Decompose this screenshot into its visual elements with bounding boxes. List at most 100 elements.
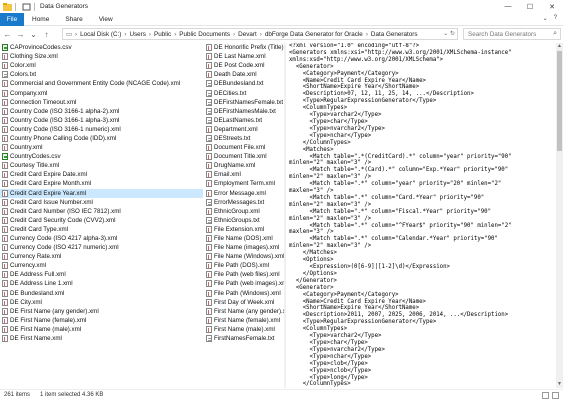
file-item[interactable]: DEBundesland.txt: [204, 79, 284, 88]
file-item[interactable]: File Name (DOS).xml: [204, 234, 284, 243]
file-item[interactable]: EthnicGroup.xml: [204, 207, 284, 216]
scrollbar-thumb[interactable]: [557, 51, 562, 151]
breadcrumb-local-disk[interactable]: Local Disk (C:): [80, 31, 121, 38]
file-item[interactable]: DE City.xml: [0, 298, 203, 307]
file-item[interactable]: Document Title.xml: [204, 152, 284, 161]
file-item[interactable]: Credit Card Number (ISO IEC 7812).xml: [0, 207, 203, 216]
breadcrumb-public[interactable]: Public: [154, 31, 171, 38]
file-item[interactable]: File Name (images).xml: [204, 243, 284, 252]
recent-locations-icon[interactable]: ⌄: [28, 29, 39, 40]
forward-arrow-icon[interactable]: →: [15, 29, 26, 40]
file-item[interactable]: DE First Name (female).xml: [0, 316, 203, 325]
file-item[interactable]: First Name (female).xml: [204, 316, 284, 325]
file-item[interactable]: DE First Name (any gender).xml: [0, 307, 203, 316]
file-item[interactable]: Death Date.xml: [204, 70, 284, 79]
search-input[interactable]: Search Data Generators ⌕: [463, 28, 561, 40]
file-item[interactable]: DE Honorific Prefix (Title).xml: [204, 43, 284, 52]
file-item[interactable]: DEFirstNamesMale.txt: [204, 107, 284, 116]
file-item[interactable]: Colors.txt: [0, 70, 203, 79]
file-item[interactable]: DE Bundesland.xml: [0, 289, 203, 298]
tab-home[interactable]: Home: [24, 16, 57, 23]
file-item[interactable]: DE Address Line 1.xml: [0, 279, 203, 288]
minimize-button[interactable]: —: [497, 0, 519, 13]
file-item[interactable]: CAProvinceCodes.csv: [0, 43, 203, 52]
quick-access-icon[interactable]: [22, 3, 31, 11]
file-item[interactable]: EthnicGroups.txt: [204, 216, 284, 225]
file-item[interactable]: Clothing Size.xml: [0, 52, 203, 61]
file-item[interactable]: DrugName.xml: [204, 161, 284, 170]
file-item[interactable]: Country.xml: [0, 143, 203, 152]
file-item[interactable]: File Path (DOS).xml: [204, 261, 284, 270]
file-name: Document File.xml: [214, 144, 266, 152]
up-arrow-icon[interactable]: ↑: [41, 29, 52, 40]
file-item[interactable]: DEStreets.txt: [204, 134, 284, 143]
file-item[interactable]: Credit Card Expire Date.xml: [0, 170, 203, 179]
file-item[interactable]: Country Code (ISO 3166-1 alpha-3).xml: [0, 116, 203, 125]
file-item[interactable]: Company.xml: [0, 88, 203, 97]
breadcrumb-users[interactable]: Users: [129, 31, 145, 38]
file-item[interactable]: File Path (web files).xml: [204, 270, 284, 279]
file-item[interactable]: ErrorMessages.txt: [204, 198, 284, 207]
file-item[interactable]: Commercial and Government Entity Code (N…: [0, 79, 203, 88]
tab-view[interactable]: View: [91, 16, 121, 23]
scroll-up-icon[interactable]: ▲: [556, 43, 563, 50]
breadcrumb-data-generators[interactable]: Data Generators: [371, 31, 418, 38]
file-item[interactable]: Credit Card Expire Month.xml: [0, 179, 203, 188]
file-item[interactable]: DE First Name (male).xml: [0, 325, 203, 334]
breadcrumb-dbforge[interactable]: dbForge Data Generator for Oracle: [265, 31, 363, 38]
file-item[interactable]: Connection Timeout.xml: [0, 98, 203, 107]
file-item[interactable]: Currency Code (ISO 4217 numeric).xml: [0, 243, 203, 252]
file-item[interactable]: First Name (male).xml: [204, 325, 284, 334]
file-item[interactable]: Employment Term.xml: [204, 179, 284, 188]
file-item[interactable]: File Path (web images).xml: [204, 279, 284, 288]
file-item[interactable]: Document File.xml: [204, 143, 284, 152]
back-arrow-icon[interactable]: ←: [2, 29, 13, 40]
file-item[interactable]: Credit Card Type.xml: [0, 225, 203, 234]
file-item[interactable]: Credit Card Expire Year.xml: [0, 188, 203, 198]
large-icons-view-icon[interactable]: [552, 392, 559, 399]
file-name: EthnicGroup.xml: [214, 207, 260, 215]
file-item[interactable]: DEFirstNamesFemale.txt: [204, 98, 284, 107]
file-item[interactable]: Color.xml: [0, 61, 203, 70]
tab-share[interactable]: Share: [57, 16, 90, 23]
file-item[interactable]: Error Message.xml: [204, 189, 284, 198]
help-icon[interactable]: ?: [554, 15, 557, 22]
file-item[interactable]: DE First Name.xml: [0, 334, 203, 343]
file-item[interactable]: File Extension.xml: [204, 225, 284, 234]
file-item[interactable]: Credit Card Issue Number.xml: [0, 198, 203, 207]
address-bar[interactable]: ▭ › Local Disk (C:) › Users › Public › P…: [62, 28, 458, 40]
preview-line: <Type>nchar</Type>: [289, 132, 372, 139]
file-item[interactable]: Country Code (ISO 3166-1 numeric).xml: [0, 125, 203, 134]
file-item[interactable]: First Name (any gender).xml: [204, 307, 284, 316]
expand-ribbon-icon[interactable]: ⌄: [543, 15, 548, 22]
preview-scrollbar[interactable]: ▲ ▼: [556, 43, 563, 388]
file-item[interactable]: Credit Card Security Code (CVV2).xml: [0, 216, 203, 225]
maximize-button[interactable]: ☐: [519, 0, 541, 13]
file-item[interactable]: Country Code (ISO 3166-1 alpha-2).xml: [0, 107, 203, 116]
file-item[interactable]: Country Phone Calling Code (IDD).xml: [0, 134, 203, 143]
scroll-down-icon[interactable]: ▼: [556, 381, 563, 388]
file-tab[interactable]: File: [0, 12, 24, 26]
file-item[interactable]: Email.xml: [204, 170, 284, 179]
file-item[interactable]: DELastNames.txt: [204, 116, 284, 125]
file-item[interactable]: File Name (Windows).xml: [204, 252, 284, 261]
file-item[interactable]: DE Post Code.xml: [204, 61, 284, 70]
file-item[interactable]: FirstNamesFemale.txt: [204, 334, 284, 343]
file-name: File Name (images).xml: [214, 244, 280, 252]
close-button[interactable]: ✕: [541, 0, 563, 13]
file-item[interactable]: DE Last Name.xml: [204, 52, 284, 61]
file-item[interactable]: First Day of Week.xml: [204, 298, 284, 307]
file-item[interactable]: DECities.txt: [204, 88, 284, 97]
file-item[interactable]: Currency Rate.xml: [0, 252, 203, 261]
file-item[interactable]: Department.xml: [204, 125, 284, 134]
file-item[interactable]: Courtesy Title.xml: [0, 161, 203, 170]
refresh-icon[interactable]: ⌄ ↻: [443, 30, 455, 37]
file-item[interactable]: CountryCodes.csv: [0, 152, 203, 161]
details-view-icon[interactable]: [542, 392, 549, 399]
file-item[interactable]: DE Address Full.xml: [0, 270, 203, 279]
file-item[interactable]: Currency Code (ISO 4217 alpha-3).xml: [0, 234, 203, 243]
breadcrumb-devart[interactable]: Devart: [238, 31, 257, 38]
file-item[interactable]: Currency.xml: [0, 261, 203, 270]
breadcrumb-public-documents[interactable]: Public Documents: [179, 31, 230, 38]
file-item[interactable]: File Path (Windows).xml: [204, 289, 284, 298]
